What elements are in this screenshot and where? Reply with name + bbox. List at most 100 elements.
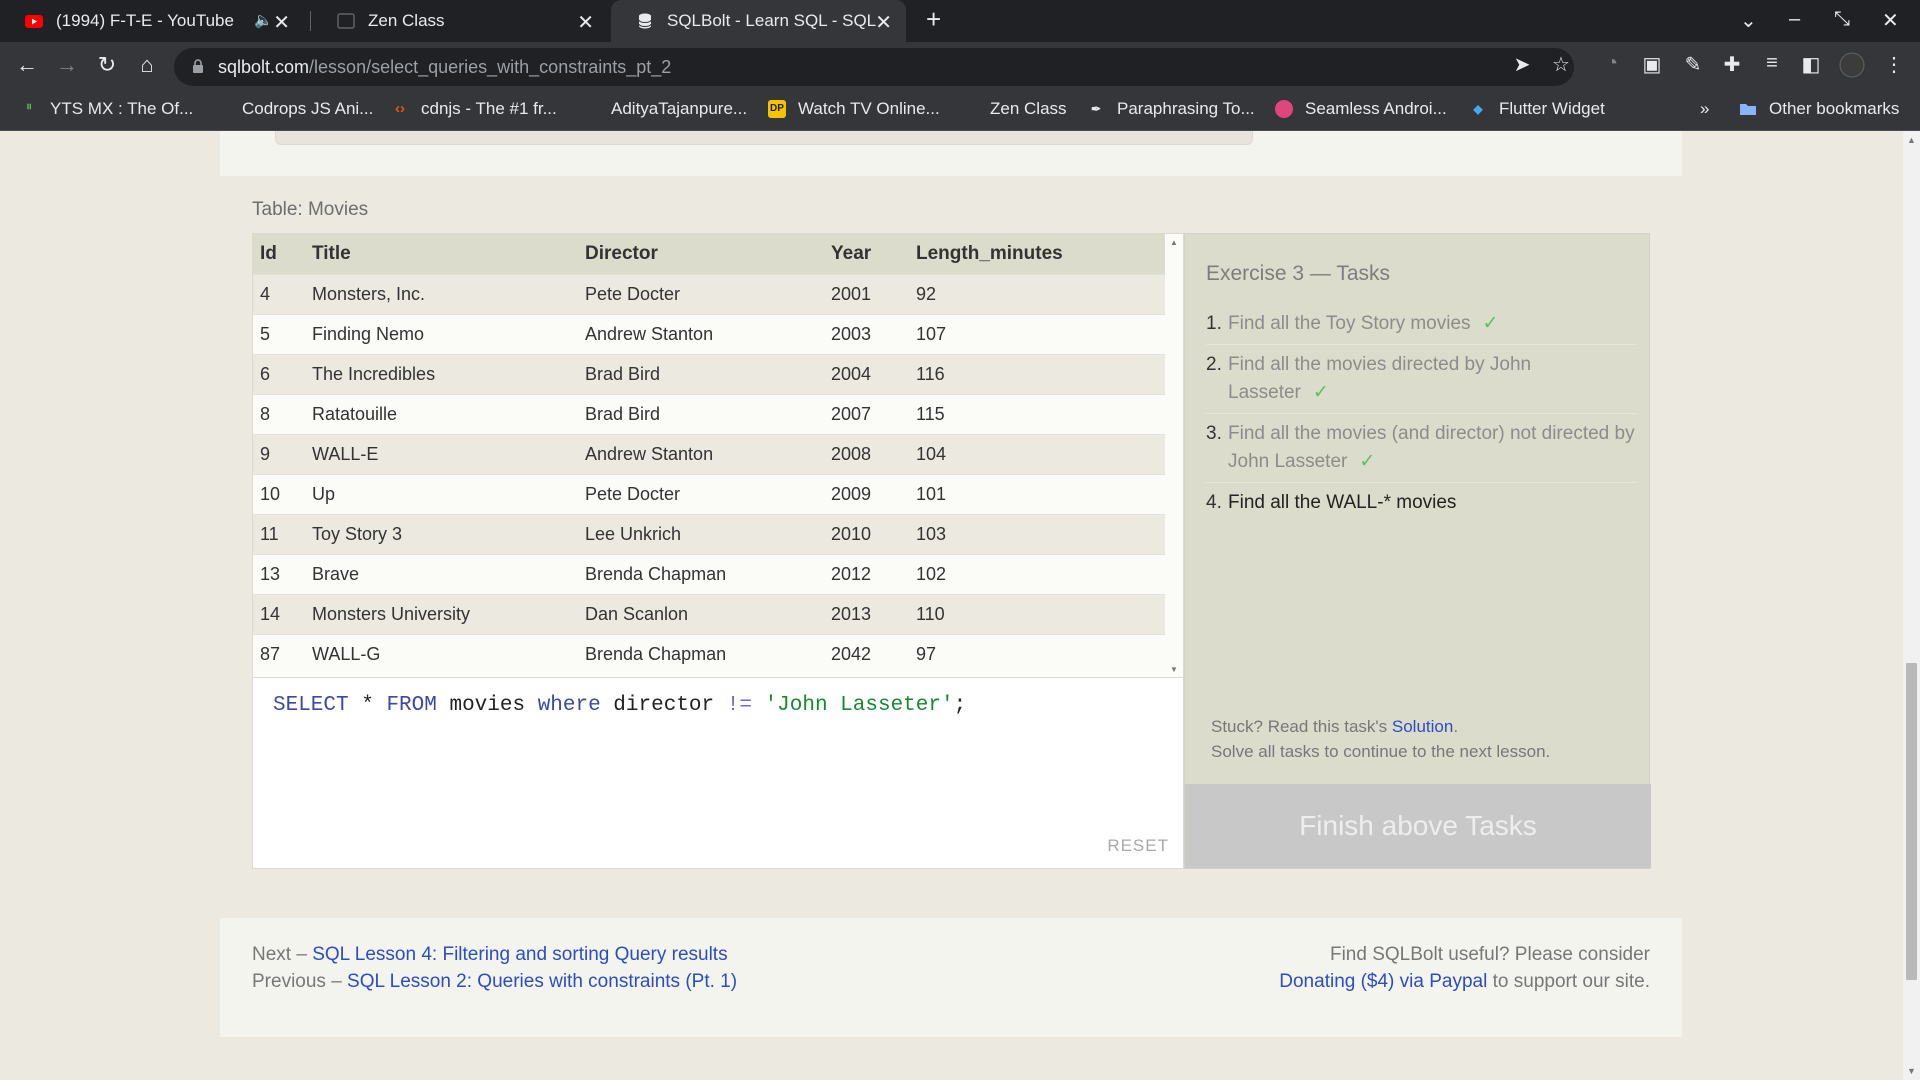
results-table-container[interactable]: Id Title Director Year Length_minutes 4 Monst… <box>252 233 1184 677</box>
address-bar[interactable]: sqlbolt.com/lesson/select_queries_with_c… <box>174 48 1574 86</box>
table-cell: Pete Docter <box>578 273 824 314</box>
sql-query-text[interactable]: SELECT * FROM movies where director != '… <box>273 694 966 717</box>
url-text: sqlbolt.com/lesson/select_queries_with_c… <box>218 57 672 77</box>
home-icon[interactable]: ⌂ <box>133 52 161 78</box>
table-cell: 4 <box>253 273 305 314</box>
page-scrollbar[interactable]: ▲ ▼ <box>1903 131 1920 1080</box>
restore-button[interactable]: ⤡ <box>1834 8 1850 31</box>
table-caption: Table: Movies <box>252 199 369 220</box>
tab-title: (1994) F-T-E - YouTube <box>56 11 234 30</box>
table-cell: WALL-G <box>305 633 578 674</box>
bookmark-zen-class[interactable]: Zen Class <box>960 99 1067 119</box>
table-cell: 97 <box>909 633 1165 674</box>
dp-icon: DP <box>768 100 786 118</box>
task-item: 3. Find all the movies (and director) no… <box>1206 414 1636 483</box>
table-cell: 14 <box>253 593 305 634</box>
cast-icon[interactable]: ▣ <box>1638 52 1666 77</box>
extensions-icon[interactable]: ✚ <box>1718 52 1746 77</box>
scroll-up-icon[interactable]: ▲ <box>1170 238 1178 247</box>
profile-avatar-icon[interactable] <box>1838 52 1866 84</box>
bookmark-star-icon[interactable]: ☆ <box>1547 52 1575 77</box>
table-row: 4 Monsters, Inc. Pete Docter 2001 92 <box>253 273 1165 314</box>
table-cell: 102 <box>909 553 1165 594</box>
github-icon <box>581 100 599 118</box>
reload-icon[interactable]: ↻ <box>93 52 121 78</box>
bookmark-paraphrasing[interactable]: ✒ Paraphrasing To... <box>1087 99 1255 119</box>
send-icon[interactable]: ➤ <box>1508 52 1536 77</box>
task-list: 1. Find all the Toy Story movies ✓ 2. Fin… <box>1206 304 1636 523</box>
tab-search-icon[interactable]: ⌄ <box>1740 8 1757 33</box>
task-item-current: 4. Find all the WALL-* movies <box>1206 492 1457 513</box>
previous-lesson-link[interactable]: SQL Lesson 2: Queries with constraints (… <box>347 971 737 992</box>
bookmark-seamless[interactable]: Seamless Androi... <box>1275 99 1447 119</box>
table-cell: The Incredibles <box>305 353 578 394</box>
close-tab-icon[interactable]: ✕ <box>577 10 594 35</box>
scrollbar-thumb[interactable] <box>1906 663 1917 980</box>
close-window-button[interactable]: ✕ <box>1882 8 1899 33</box>
tab-zen-class[interactable]: Zen Class ✕ <box>312 0 608 42</box>
scroll-down-icon[interactable]: ▼ <box>1907 1066 1916 1076</box>
column-header: Year <box>824 234 909 274</box>
bookmarks-overflow-icon[interactable]: » <box>1700 99 1709 119</box>
speaker-icon[interactable]: 🔈 <box>254 11 273 29</box>
avatar-icon <box>1275 100 1293 118</box>
table-cell: 101 <box>909 473 1165 514</box>
table-row: 6 The Incredibles Brad Bird 2004 116 <box>253 353 1165 394</box>
table-cell: 2009 <box>824 473 909 514</box>
bookmark-flutter[interactable]: ◆ Flutter Widget <box>1469 99 1604 119</box>
zen-class-icon <box>960 100 978 118</box>
table-body: 4 Monsters, Inc. Pete Docter 2001 92 5 Finding… <box>253 273 1165 674</box>
table-cell: Monsters University <box>305 593 578 634</box>
bookmark-github[interactable]: AdityaTajanpure... <box>581 99 747 119</box>
lock-icon[interactable] <box>192 58 204 74</box>
scroll-down-icon[interactable]: ▼ <box>1170 665 1178 674</box>
table-cell: Lee Unkrich <box>578 513 824 554</box>
table-cell: 2012 <box>824 553 909 594</box>
column-header: Length_minutes <box>909 234 1165 274</box>
bookmark-codrops[interactable]: Codrops JS Ani... <box>212 99 373 119</box>
column-header: Title <box>305 234 578 274</box>
previous-content-box <box>275 131 1253 145</box>
table-cell: 2001 <box>824 273 909 314</box>
menu-kebab-icon[interactable]: ⋮ <box>1880 52 1908 77</box>
next-lesson-link[interactable]: SQL Lesson 4: Filtering and sorting Quer… <box>312 944 727 965</box>
table-row: 87 WALL-G Brenda Chapman 2042 97 <box>253 633 1165 674</box>
bookmark-watch-tv[interactable]: DP Watch TV Online... <box>768 99 940 119</box>
table-cell: Ratatouille <box>305 393 578 434</box>
pen-extension-icon[interactable]: ✎ <box>1679 52 1707 77</box>
table-cell: 115 <box>909 393 1165 434</box>
bookmark-cdnjs[interactable]: ‹› cdnjs - The #1 fr... <box>391 99 557 119</box>
new-tab-button[interactable]: + <box>926 4 941 35</box>
other-bookmarks[interactable]: Other bookmarks <box>1739 99 1899 119</box>
flutter-icon: ◆ <box>1473 102 1483 116</box>
bookmark-yts[interactable]: ᐦ YTS MX : The Of... <box>20 99 194 119</box>
table-cell: Pete Docter <box>578 473 824 514</box>
table-cell: 2013 <box>824 593 909 634</box>
tab-youtube[interactable]: (1994) F-T-E - YouTube 🔈 ✕ <box>0 0 308 42</box>
close-tab-icon[interactable]: ✕ <box>875 10 892 35</box>
close-tab-icon[interactable]: ✕ <box>273 10 290 35</box>
table-row: 11 Toy Story 3 Lee Unkrich 2010 103 <box>253 513 1165 554</box>
browser-toolbar: ← → ↻ ⌂ sqlbolt.com/lesson/select_querie… <box>0 42 1920 91</box>
donate-link[interactable]: Donating ($4) via Paypal <box>1279 971 1487 992</box>
column-header: Director <box>578 234 824 274</box>
side-panel-icon[interactable]: ◧ <box>1797 52 1825 77</box>
column-header: Id <box>253 234 305 274</box>
tab-sqlbolt[interactable]: SQLBolt - Learn SQL - SQL L ✕ <box>611 0 906 42</box>
chat-extension-icon[interactable]: ◔ <box>1598 52 1626 75</box>
reset-button[interactable]: RESET <box>1107 836 1169 856</box>
tab-title: Zen Class <box>368 11 445 30</box>
sql-editor[interactable]: SELECT * FROM movies where director != '… <box>252 677 1184 869</box>
lesson-footer: Next – SQL Lesson 4: Filtering and sorti… <box>220 918 1682 1037</box>
table-cell: Brave <box>305 553 578 594</box>
solution-link[interactable]: Solution <box>1392 717 1453 736</box>
scroll-up-icon[interactable]: ▲ <box>1907 135 1916 145</box>
forward-icon[interactable]: → <box>53 52 81 78</box>
table-scrollbar[interactable]: ▲ ▼ <box>1165 234 1183 677</box>
yts-icon: ᐦ <box>26 102 32 116</box>
media-playlist-icon[interactable]: ≡ <box>1758 52 1786 75</box>
finish-tasks-button[interactable]: Finish above Tasks <box>1185 784 1651 868</box>
table-cell: WALL-E <box>305 433 578 474</box>
back-icon[interactable]: ← <box>13 52 41 78</box>
minimize-button[interactable]: – <box>1789 8 1800 31</box>
